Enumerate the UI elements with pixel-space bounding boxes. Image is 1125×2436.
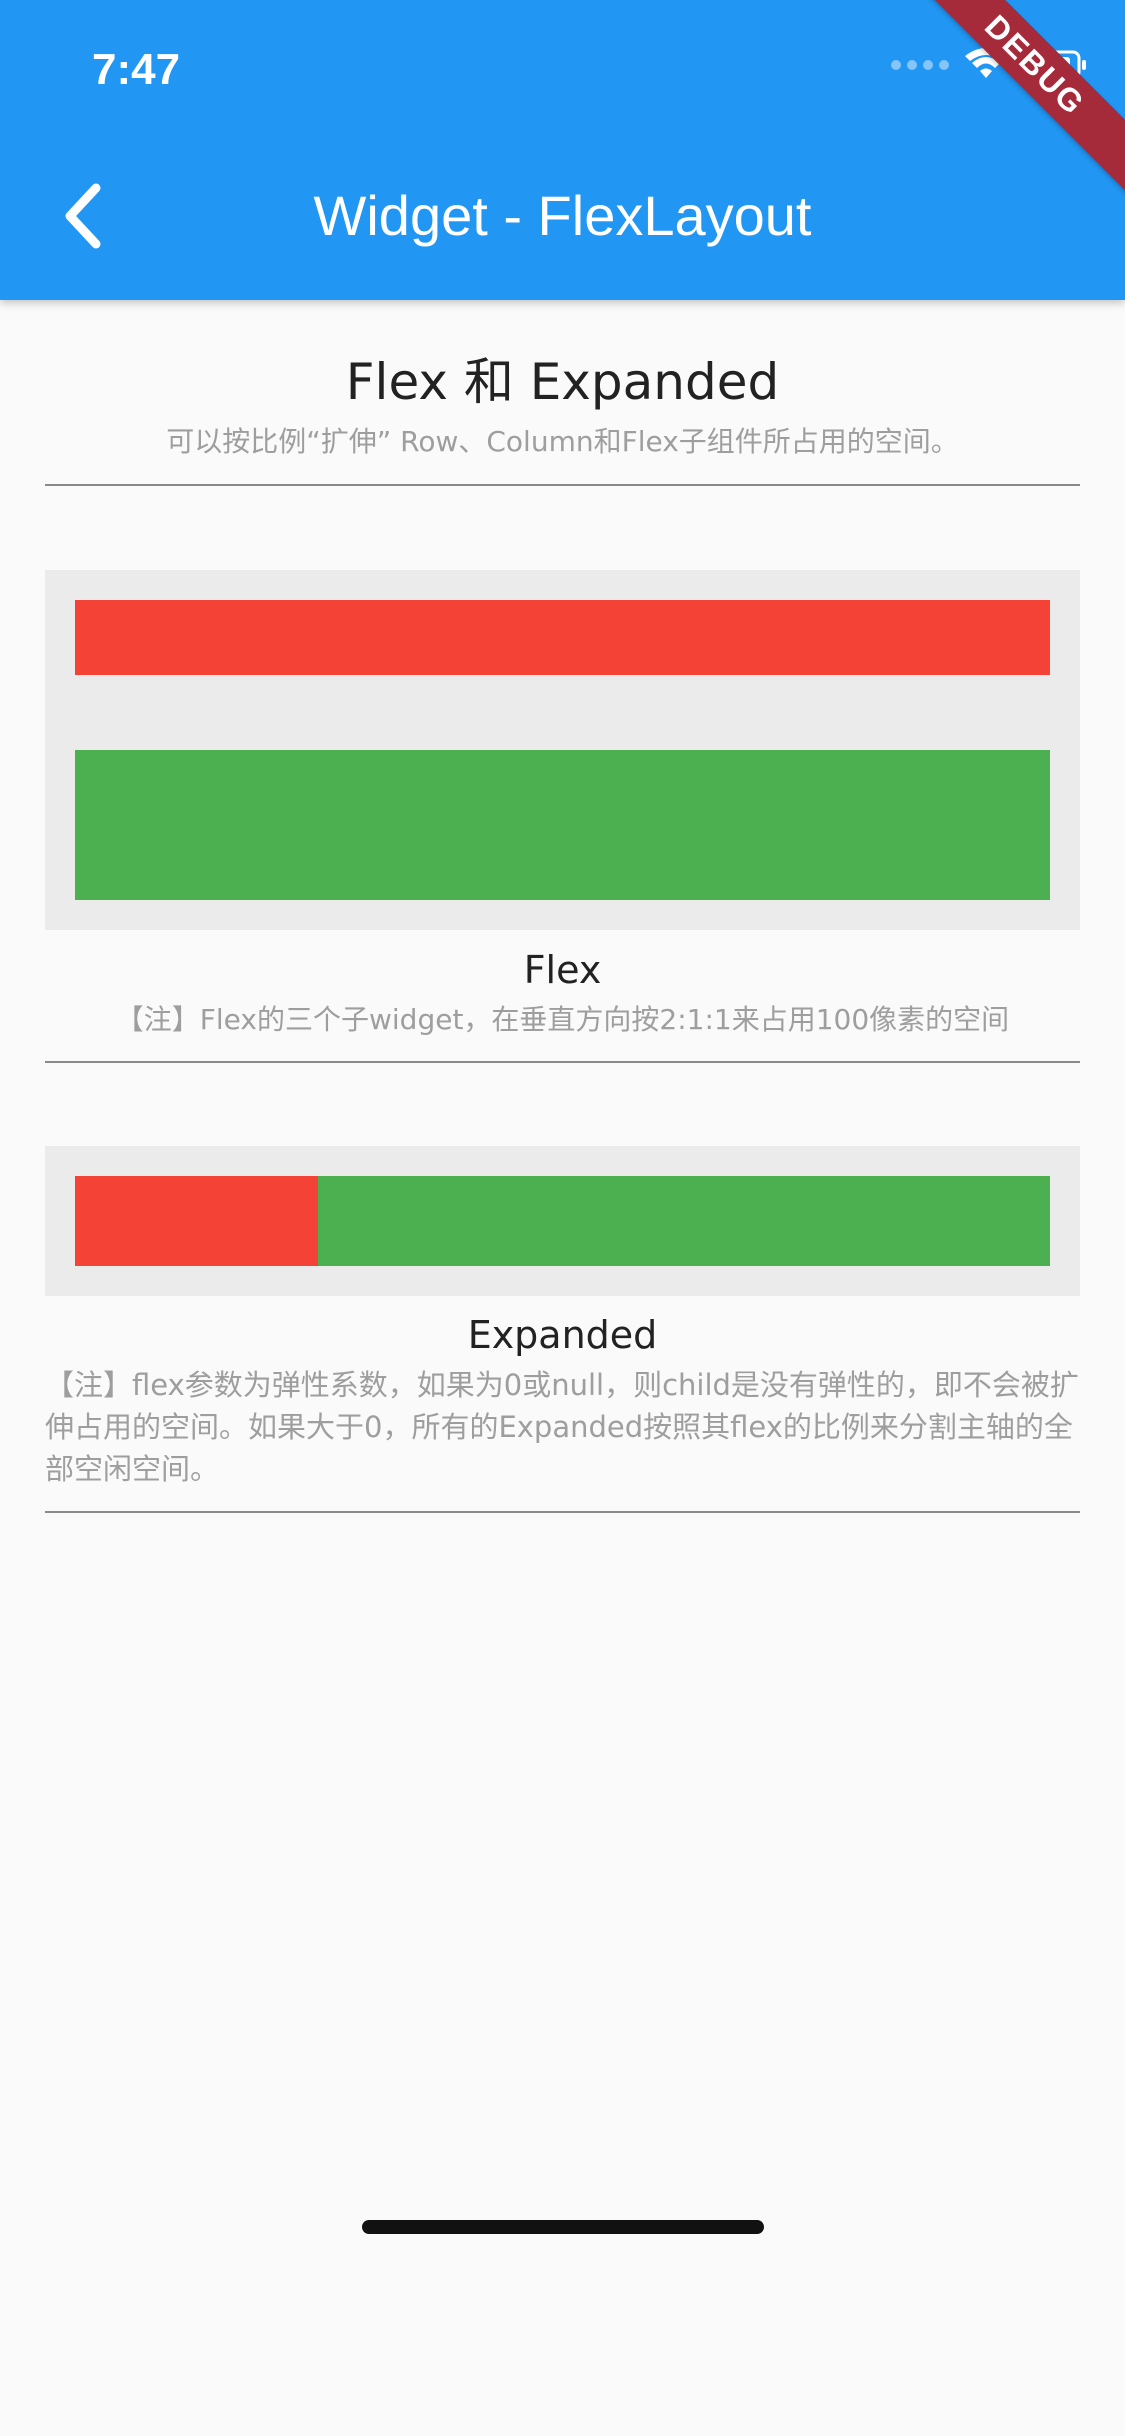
section-subtitle: 可以按比例“扩伸” Row、Column和Flex子组件所占用的空间。	[166, 425, 959, 458]
divider	[45, 1511, 1080, 1513]
section-title: Flex 和 Expanded	[345, 353, 780, 411]
expanded-demo-box	[45, 1146, 1080, 1296]
flex-green-child	[75, 750, 1050, 900]
app-bar: 7:47 Widget - FlexLayout	[0, 0, 1125, 300]
expanded-caption-title: Expanded	[467, 1313, 658, 1357]
page-title: Widget - FlexLayout	[313, 184, 812, 247]
status-time: 7:47	[92, 45, 181, 94]
flex-demo-box	[45, 570, 1080, 930]
flex-note: 【注】Flex的三个子widget，在垂直方向按2:1:1来占用100像素的空间	[115, 1003, 1010, 1036]
divider	[45, 484, 1080, 486]
expanded-red-child	[75, 1176, 318, 1266]
flex-red-child	[75, 600, 1050, 675]
expanded-green-child	[318, 1176, 1050, 1266]
flex-caption-title: Flex	[523, 948, 602, 992]
expanded-note: 【注】flex参数为弹性系数，如果为0或null，则child是没有弹性的，即不…	[45, 1368, 1079, 1486]
divider	[45, 1061, 1080, 1063]
signal-icon	[891, 60, 949, 70]
home-indicator[interactable]	[362, 2220, 764, 2234]
